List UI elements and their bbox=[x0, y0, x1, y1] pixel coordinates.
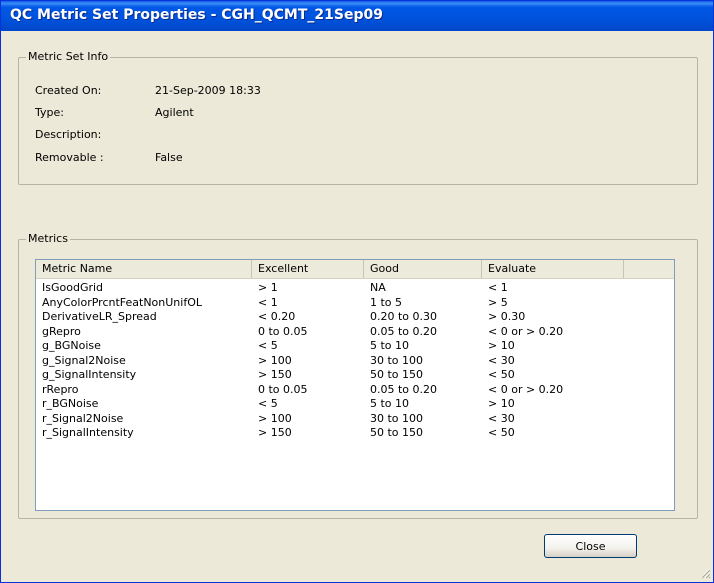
metrics-legend: Metrics bbox=[26, 232, 70, 246]
type-label: Type: bbox=[35, 106, 64, 119]
table-cell: > 1 bbox=[258, 281, 278, 294]
table-cell: DerivativeLR_Spread bbox=[42, 310, 157, 323]
table-cell: 50 to 150 bbox=[370, 368, 424, 381]
table-cell: > 0.30 bbox=[488, 310, 526, 323]
type-value: Agilent bbox=[155, 106, 194, 119]
table-cell: IsGoodGrid bbox=[42, 281, 104, 294]
table-row[interactable]: IsGoodGrid > 1 NA < 1 bbox=[36, 281, 674, 295]
dialog-window: QC Metric Set Properties - CGH_QCMT_21Se… bbox=[0, 0, 714, 583]
table-cell: r_BGNoise bbox=[42, 397, 99, 410]
table-cell: 30 to 100 bbox=[370, 411, 424, 425]
table-row[interactable]: r_BGNoise < 5 5 to 10 > 10 bbox=[36, 397, 674, 411]
close-button[interactable]: Close bbox=[544, 534, 637, 558]
column-header-metric-name[interactable]: Metric Name bbox=[36, 260, 252, 278]
table-row[interactable]: r_Signal2Noise > 100 30 to 100 < 30 bbox=[36, 412, 674, 426]
table-cell: < 30 bbox=[488, 353, 515, 367]
table-row[interactable]: gRepro 0 to 0.05 0.05 to 0.20 < 0 or > 0.20 bbox=[36, 325, 674, 339]
table-cell: NA bbox=[370, 281, 386, 294]
table-row[interactable]: AnyColorPrcntFeatNonUnifOL < 1 1 to 5 > 5 bbox=[36, 296, 674, 310]
table-cell: r_Signal2Noise bbox=[42, 411, 124, 425]
table-cell: < 50 bbox=[488, 426, 515, 439]
table-cell: > 100 bbox=[258, 353, 292, 367]
table-cell: gRepro bbox=[42, 324, 81, 338]
table-cell: < 5 bbox=[258, 397, 278, 410]
metrics-list-header: Metric Name Excellent Good Evaluate bbox=[36, 260, 674, 279]
table-cell: AnyColorPrcntFeatNonUnifOL bbox=[42, 295, 202, 309]
resize-grip-icon[interactable] bbox=[699, 567, 711, 579]
table-cell: rRepro bbox=[42, 382, 79, 396]
table-row[interactable]: g_BGNoise < 5 5 to 10 > 10 bbox=[36, 339, 674, 353]
table-cell: < 1 bbox=[258, 295, 278, 309]
table-row[interactable]: rRepro 0 to 0.05 0.05 to 0.20 < 0 or > 0.20 bbox=[36, 383, 674, 397]
table-cell: 0 to 0.05 bbox=[258, 324, 308, 338]
table-cell: > 10 bbox=[488, 339, 515, 352]
table-row[interactable]: g_Signal2Noise > 100 30 to 100 < 30 bbox=[36, 354, 674, 368]
metric-set-info-legend: Metric Set Info bbox=[26, 50, 111, 64]
created-on-label: Created On: bbox=[35, 84, 102, 97]
created-on-value: 21-Sep-2009 18:33 bbox=[155, 84, 261, 97]
table-cell: 0 to 0.05 bbox=[258, 382, 308, 396]
table-cell: > 150 bbox=[258, 426, 292, 439]
title-bar[interactable]: QC Metric Set Properties - CGH_QCMT_21Se… bbox=[1, 1, 713, 31]
table-cell: < 0 or > 0.20 bbox=[488, 382, 564, 396]
metric-set-info-group: Metric Set Info bbox=[18, 50, 698, 185]
column-header-filler bbox=[624, 260, 674, 278]
table-cell: g_SignalIntensity bbox=[42, 368, 137, 381]
table-cell: < 30 bbox=[488, 411, 515, 425]
table-cell: r_SignalIntensity bbox=[42, 426, 134, 439]
table-cell: > 10 bbox=[488, 397, 515, 410]
table-cell: < 50 bbox=[488, 368, 515, 381]
table-cell: < 1 bbox=[488, 281, 508, 294]
column-header-evaluate[interactable]: Evaluate bbox=[482, 260, 624, 278]
table-cell: < 0.20 bbox=[258, 310, 296, 323]
table-cell: > 150 bbox=[258, 368, 292, 381]
table-cell: 5 to 10 bbox=[370, 397, 410, 410]
metrics-list[interactable]: Metric Name Excellent Good Evaluate IsGo… bbox=[35, 259, 675, 511]
table-cell: > 100 bbox=[258, 411, 292, 425]
table-row[interactable]: g_SignalIntensity > 150 50 to 150 < 50 bbox=[36, 368, 674, 382]
table-row[interactable]: DerivativeLR_Spread < 0.20 0.20 to 0.30 > 0… bbox=[36, 310, 674, 324]
table-cell: g_Signal2Noise bbox=[42, 353, 126, 367]
table-cell: g_BGNoise bbox=[42, 339, 101, 352]
table-cell: > 5 bbox=[488, 295, 508, 309]
table-cell: 30 to 100 bbox=[370, 353, 424, 367]
table-cell: 1 to 5 bbox=[370, 295, 403, 309]
column-header-excellent[interactable]: Excellent bbox=[252, 260, 364, 278]
table-cell: 50 to 150 bbox=[370, 426, 424, 439]
removable-label: Removable : bbox=[35, 151, 104, 164]
table-row[interactable]: r_SignalIntensity > 150 50 to 150 < 50 bbox=[36, 426, 674, 440]
description-label: Description: bbox=[35, 128, 102, 141]
table-cell: 0.05 to 0.20 bbox=[370, 324, 438, 338]
removable-value: False bbox=[155, 151, 183, 164]
table-cell: < 0 or > 0.20 bbox=[488, 324, 564, 338]
table-cell: < 5 bbox=[258, 339, 278, 352]
table-cell: 0.05 to 0.20 bbox=[370, 382, 438, 396]
table-cell: 5 to 10 bbox=[370, 339, 410, 352]
window-title: QC Metric Set Properties - CGH_QCMT_21Se… bbox=[10, 7, 383, 23]
column-header-good[interactable]: Good bbox=[364, 260, 482, 278]
table-cell: 0.20 to 0.30 bbox=[370, 310, 438, 323]
